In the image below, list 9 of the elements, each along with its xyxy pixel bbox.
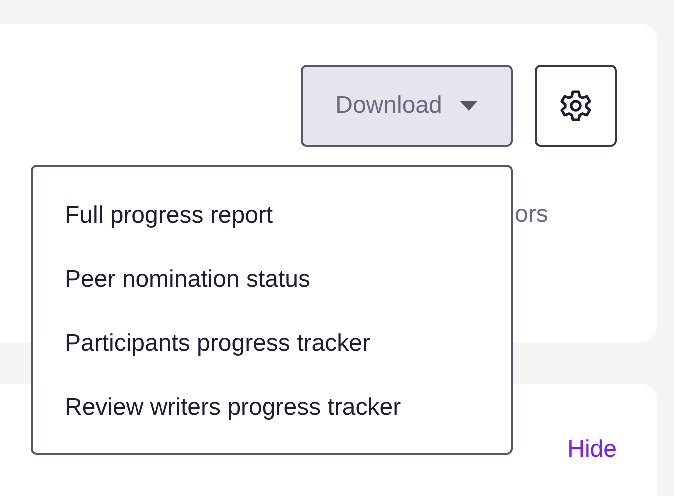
download-button[interactable]: Download (301, 65, 513, 147)
menu-item[interactable]: Peer nomination status (33, 248, 511, 312)
menu-item[interactable]: Full progress report (33, 184, 511, 248)
hide-link[interactable]: Hide (568, 432, 617, 462)
menu-item[interactable]: Participants progress tracker (33, 312, 511, 376)
caret-icon (460, 100, 478, 112)
settings-button[interactable] (535, 65, 617, 147)
card-text: ors (515, 201, 548, 228)
menu-item[interactable]: Review writers progress tracker (33, 376, 511, 440)
